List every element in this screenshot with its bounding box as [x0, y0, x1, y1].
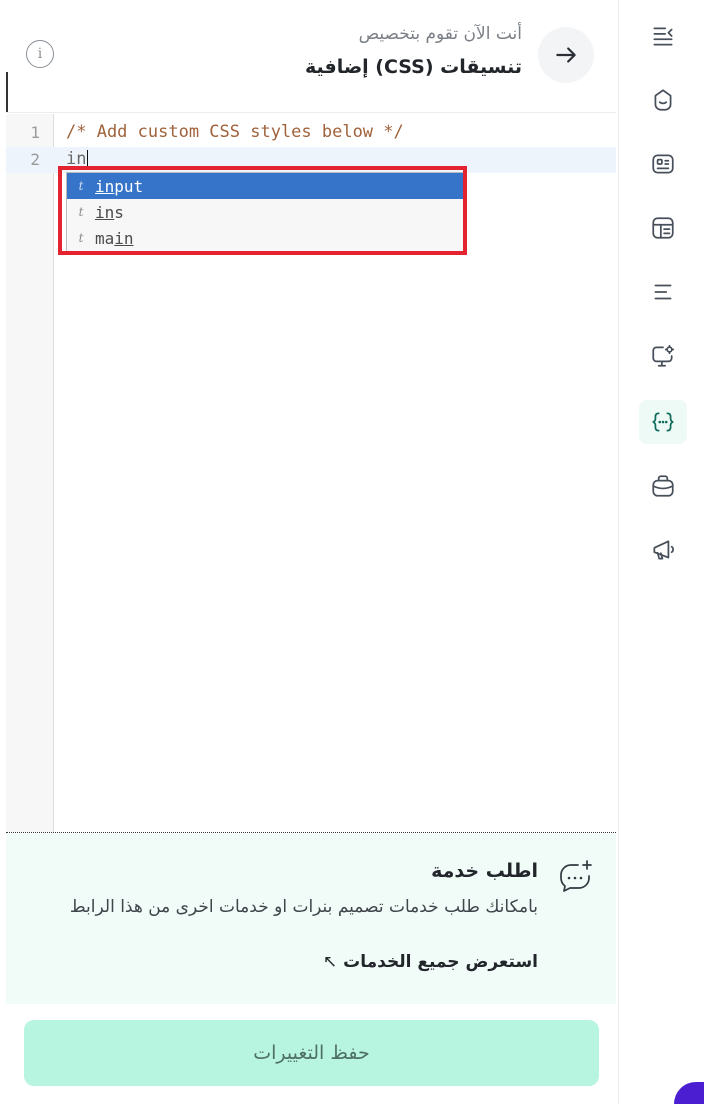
- page-title: تنسيقات (CSS) إضافية: [304, 56, 522, 78]
- save-button[interactable]: حفظ التغييرات: [24, 1020, 599, 1086]
- save-bar: حفظ التغييرات: [6, 1004, 616, 1104]
- sidebar-item-identity[interactable]: [639, 142, 687, 186]
- sidebar-item-collapse[interactable]: [639, 14, 687, 58]
- autocomplete-option[interactable]: t input: [67, 173, 463, 199]
- header-subtitle: أنت الآن تقوم بتخصيص: [358, 24, 522, 44]
- sidebar-item-services[interactable]: [639, 464, 687, 508]
- tag-kind-icon: t: [78, 179, 84, 193]
- all-services-link[interactable]: استعرض جميع الخدمات↖: [323, 952, 538, 972]
- align-lines-icon: [654, 284, 672, 300]
- megaphone-icon: [653, 540, 674, 560]
- autocomplete-option[interactable]: t main: [67, 225, 463, 251]
- sidebar-item-display-settings[interactable]: [639, 334, 687, 378]
- all-services-label: استعرض جميع الخدمات: [343, 952, 538, 972]
- code-braces-icon: [652, 412, 674, 432]
- sidebar-item-marketing[interactable]: [639, 528, 687, 572]
- arrow-up-left-icon: ↖: [322, 952, 338, 972]
- line-number: 1: [30, 123, 40, 142]
- panel-header: أنت الآن تقوم بتخصيص تنسيقات (CSS) إضافي…: [6, 0, 616, 113]
- service-description: بامكانك طلب خدمات تصميم بنرات او خدمات ا…: [69, 897, 538, 917]
- chat-add-icon: [556, 858, 596, 898]
- code-line[interactable]: in: [66, 149, 86, 169]
- arrow-right-icon: [556, 47, 576, 63]
- line-number: 2: [30, 150, 40, 169]
- sidebar-item-text[interactable]: [639, 270, 687, 314]
- section-divider: [6, 832, 616, 833]
- autocomplete-dropdown: t input t ins t main: [66, 172, 464, 254]
- tag-kind-icon: t: [78, 205, 84, 219]
- id-card-icon: [652, 154, 674, 174]
- service-title: اطلب خدمة: [431, 860, 538, 882]
- service-request-card: اطلب خدمة بامكانك طلب خدمات تصميم بنرات …: [6, 834, 616, 1004]
- info-icon: i: [37, 46, 43, 62]
- monitor-settings-icon: [652, 344, 675, 367]
- code-editor[interactable]: 1 2 /* Add custom CSS styles below */ in…: [6, 114, 616, 832]
- autocomplete-label: input: [95, 176, 144, 196]
- back-button[interactable]: [538, 27, 594, 83]
- layout-template-icon: [652, 217, 674, 239]
- sidebar: [618, 0, 704, 1104]
- sidebar-item-layout[interactable]: [639, 206, 687, 250]
- css-panel: أنت الآن تقوم بتخصيص تنسيقات (CSS) إضافي…: [6, 0, 616, 1104]
- text-cursor: [87, 150, 88, 169]
- sidebar-item-custom-css[interactable]: [639, 400, 687, 444]
- info-button[interactable]: i: [26, 40, 54, 68]
- sidebar-item-appearance[interactable]: [639, 78, 687, 122]
- briefcase-icon: [652, 475, 674, 497]
- collapse-menu-icon: [653, 27, 673, 46]
- tag-kind-icon: t: [78, 231, 84, 245]
- editor-gutter: [6, 114, 54, 832]
- active-line-highlight: [6, 147, 616, 173]
- code-line[interactable]: /* Add custom CSS styles below */: [66, 122, 404, 142]
- autocomplete-option[interactable]: t ins: [67, 199, 463, 225]
- smile-icon: [654, 89, 672, 111]
- autocomplete-label: ins: [95, 202, 124, 222]
- autocomplete-label: main: [95, 228, 134, 248]
